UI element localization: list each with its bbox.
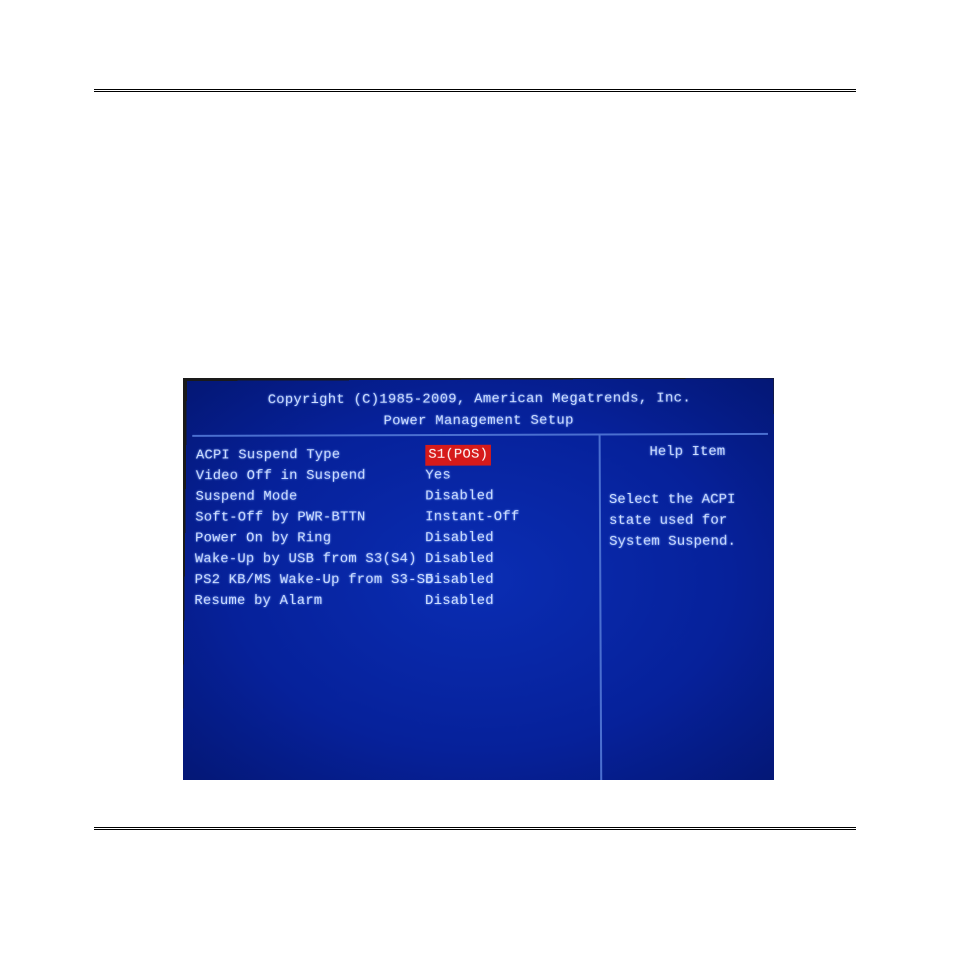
bios-horizontal-divider	[192, 433, 768, 437]
setting-label: Soft-Off by PWR-BTTN	[195, 507, 425, 528]
help-text: Select the ACPI state used for System Su…	[605, 490, 771, 553]
horizontal-rule-top	[94, 89, 856, 92]
setting-soft-off-pwr-bttn[interactable]: Soft-Off by PWR-BTTN Instant-Off	[195, 507, 593, 529]
setting-label: Resume by Alarm	[194, 591, 425, 612]
setting-label: PS2 KB/MS Wake-Up from S3-S5	[194, 570, 425, 591]
bios-copyright: Copyright (C)1985-2009, American Megatre…	[187, 390, 774, 408]
setting-suspend-mode[interactable]: Suspend Mode Disabled	[195, 486, 593, 508]
setting-wake-up-usb-s3s4[interactable]: Wake-Up by USB from S3(S4) Disabled	[195, 549, 593, 570]
setting-power-on-by-ring[interactable]: Power On by Ring Disabled	[195, 528, 593, 549]
setting-label: Wake-Up by USB from S3(S4)	[195, 549, 425, 570]
setting-value: Disabled	[425, 570, 494, 591]
bios-screenshot: Copyright (C)1985-2009, American Megatre…	[183, 378, 774, 780]
setting-value: Disabled	[425, 591, 494, 612]
bios-screen: Copyright (C)1985-2009, American Megatre…	[183, 378, 774, 780]
setting-label: ACPI Suspend Type	[196, 445, 425, 466]
setting-value: Disabled	[425, 549, 494, 570]
horizontal-rule-bottom	[94, 827, 856, 830]
help-heading: Help Item	[605, 444, 771, 460]
setting-value-selected: S1(POS)	[425, 445, 491, 466]
setting-resume-by-alarm[interactable]: Resume by Alarm Disabled	[194, 591, 593, 612]
setting-value: Instant-Off	[425, 507, 519, 528]
setting-ps2-kb-ms-wakeup[interactable]: PS2 KB/MS Wake-Up from S3-S5 Disabled	[194, 570, 593, 591]
setting-acpi-suspend-type[interactable]: ACPI Suspend Type S1(POS)	[196, 444, 593, 466]
setting-label: Suspend Mode	[195, 487, 425, 508]
bios-section-title: Power Management Setup	[186, 412, 773, 430]
setting-video-off-in-suspend[interactable]: Video Off in Suspend Yes	[196, 465, 593, 487]
setting-value: Yes	[425, 466, 451, 487]
setting-value: Disabled	[425, 528, 494, 549]
bios-settings-panel: ACPI Suspend Type S1(POS) Video Off in S…	[194, 444, 593, 612]
page-number: —	[0, 845, 954, 870]
setting-value: Disabled	[425, 486, 494, 507]
setting-label: Power On by Ring	[195, 528, 425, 549]
bios-help-panel: Help Item Select the ACPI state used for…	[605, 444, 772, 553]
setting-label: Video Off in Suspend	[196, 466, 426, 487]
bios-vertical-divider	[599, 433, 603, 780]
